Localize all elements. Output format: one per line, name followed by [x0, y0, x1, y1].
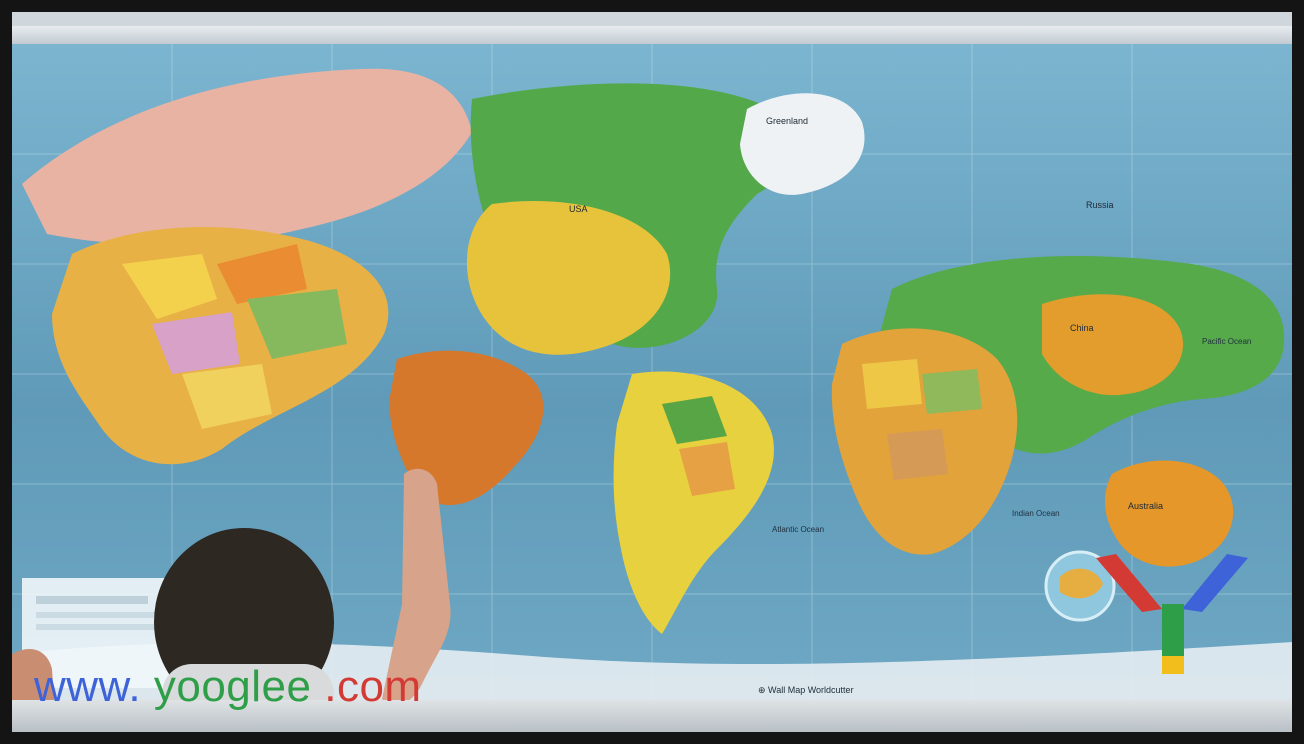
map-top-rail [12, 26, 1292, 46]
label-australia: Australia [1128, 501, 1163, 511]
watermark-prefix: www. [34, 662, 142, 711]
country-orange-3 [887, 429, 948, 480]
world-map: USA Greenland Russia China Australia Pac… [12, 44, 1292, 704]
site-watermark: www. yooglee .com [34, 662, 422, 712]
label-pacific-ocean: Pacific Ocean [1202, 337, 1251, 346]
country-yellow-3 [862, 359, 922, 409]
label-russia: Russia [1086, 200, 1114, 210]
world-map-svg: USA Greenland Russia China Australia Pac… [12, 44, 1292, 704]
watermark-brand: yooglee [153, 662, 312, 711]
label-atlantic-ocean: Atlantic Ocean [772, 525, 824, 534]
map-credit: ⊕ Wall Map Worldcutter [758, 685, 854, 695]
label-usa: USA [569, 204, 588, 214]
label-china: China [1070, 323, 1094, 333]
label-greenland: Greenland [766, 116, 808, 126]
watermark-suffix: .com [324, 662, 422, 711]
country-green-3 [922, 369, 982, 414]
label-indian-ocean: Indian Ocean [1012, 509, 1060, 518]
